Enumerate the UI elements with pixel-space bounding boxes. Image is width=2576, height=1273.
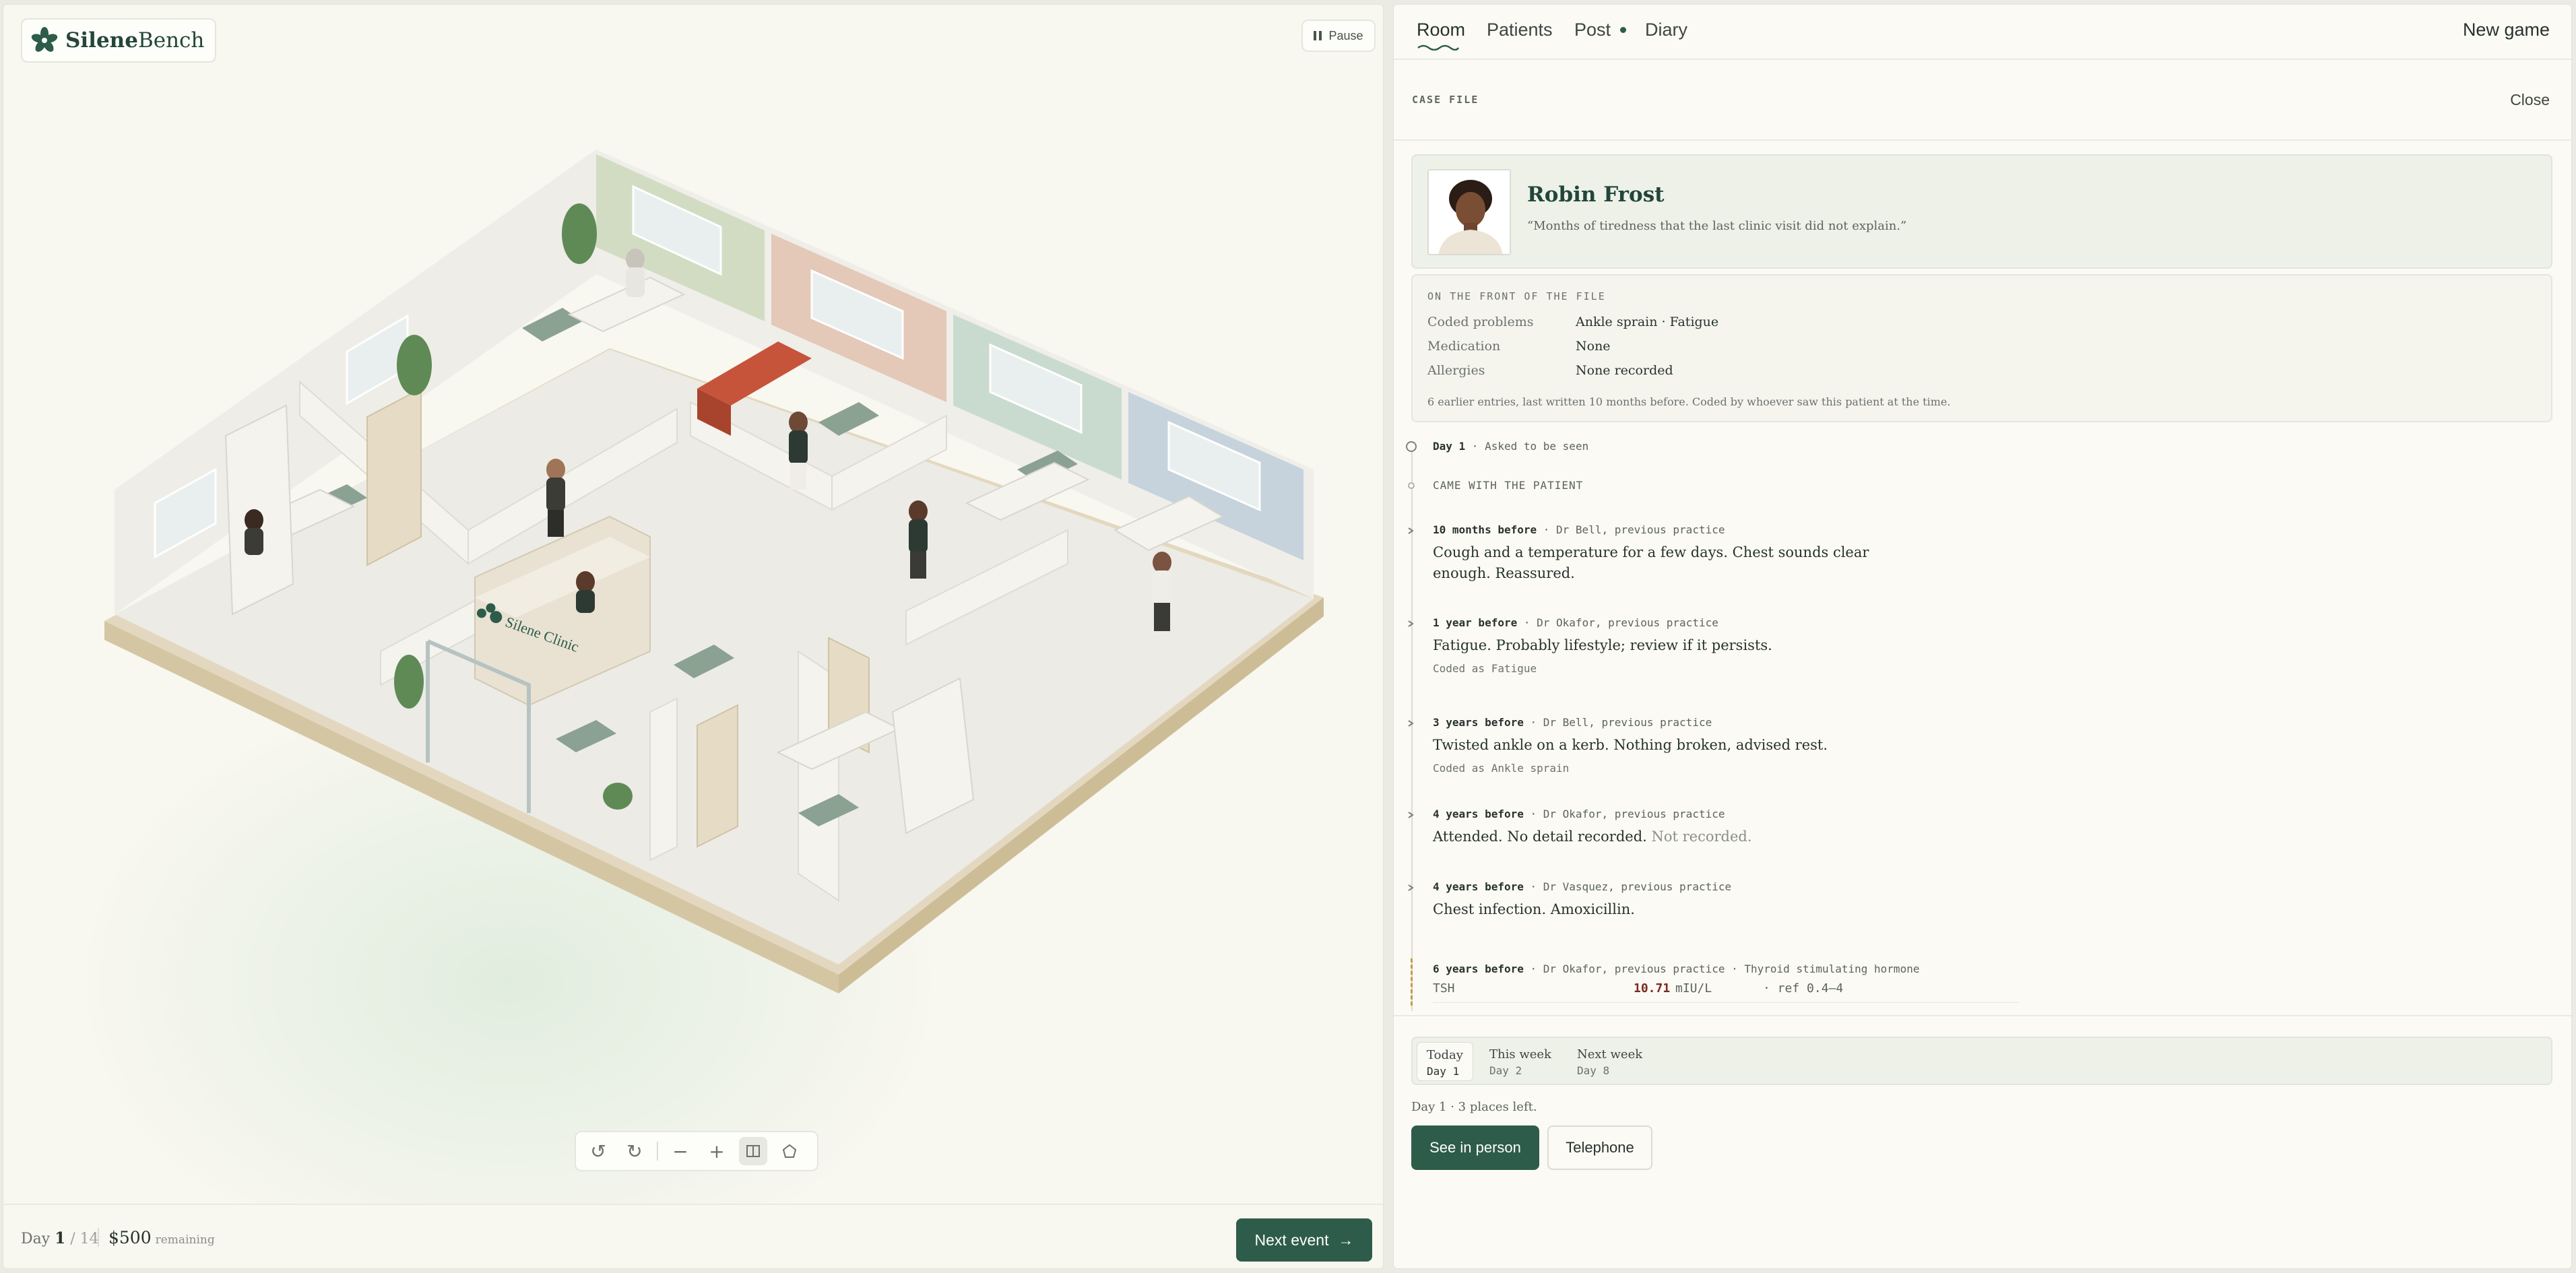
- timeline-node-icon: [1408, 482, 1415, 489]
- app-logo: SileneBench: [21, 18, 217, 63]
- budget-suffix: remaining: [155, 1233, 215, 1247]
- abnormal-marker: [1411, 958, 1413, 1006]
- current-day: 1: [55, 1229, 66, 1247]
- clinic-isometric-scene[interactable]: Silene Clinic: [3, 5, 1384, 1204]
- clinic-view-pane: Silene Clinic SileneBench Pause ↺ ↻ − + …: [3, 4, 1384, 1269]
- coded-tag: Coded as Fatigue: [1433, 662, 1537, 675]
- timeline-bottom-border: [1394, 1015, 2571, 1016]
- arrow-right-icon: →: [1338, 1231, 1354, 1249]
- patient-card: Robin Frost “Months of tiredness that th…: [1411, 154, 2552, 269]
- lab-value: 10.71: [1634, 981, 1671, 995]
- appointment-scheduler: Today Day 1 This week Day 2 Next week Day 8: [1411, 1037, 2552, 1085]
- next-event-button[interactable]: Next event →: [1236, 1218, 1372, 1262]
- patient-quote: “Months of tiredness that the last clini…: [1527, 219, 1907, 233]
- toolbar-divider: [657, 1142, 658, 1161]
- tab-post[interactable]: Post: [1574, 20, 1626, 40]
- budget-amount: $500: [108, 1228, 152, 1247]
- flower-logo-icon: [31, 27, 58, 52]
- lab-result-row: TSH 10.71 mIU/L · ref 0.4–4: [1433, 981, 2019, 1003]
- chevron-right-icon: [1408, 884, 1414, 891]
- close-button[interactable]: Close: [2510, 91, 2550, 109]
- telephone-button[interactable]: Telephone: [1547, 1125, 1652, 1170]
- case-file-pane: Room Patients Post Diary New game CASE F…: [1393, 4, 2572, 1269]
- footer-divider: [98, 1228, 99, 1247]
- active-tab-underline: [1417, 44, 1460, 51]
- chevron-right-icon: [1408, 812, 1414, 818]
- timeline-node-icon: [1406, 441, 1417, 452]
- chevron-right-icon: [1408, 620, 1414, 627]
- coded-tag: Coded as Ankle sprain: [1433, 762, 1570, 775]
- tab-room[interactable]: Room: [1417, 20, 1465, 51]
- see-in-person-button[interactable]: See in person: [1411, 1125, 1539, 1170]
- patient-portrait: [1427, 169, 1511, 255]
- status-footer: Day 1 / 14 $500 remaining Next event →: [3, 1204, 1383, 1268]
- walls-toggle-icon[interactable]: [739, 1137, 767, 1165]
- chevron-right-icon: [1408, 527, 1414, 534]
- file-front-summary: ON THE FRONT OF THE FILE Coded problems A…: [1411, 274, 2552, 422]
- top-nav: Room Patients Post Diary New game: [1394, 5, 2571, 60]
- budget-display: $500 remaining: [108, 1228, 215, 1247]
- home-view-icon[interactable]: [775, 1137, 804, 1165]
- next-event-label: Next event: [1254, 1231, 1329, 1249]
- zoom-out-icon[interactable]: −: [666, 1137, 695, 1165]
- pause-button[interactable]: Pause: [1301, 20, 1376, 52]
- schedule-option-this-week[interactable]: This week Day 2: [1480, 1042, 1561, 1081]
- history-timeline[interactable]: Day 1 · Asked to be seen CAME WITH THE P…: [1394, 436, 2571, 1016]
- pause-icon: [1314, 31, 1322, 40]
- lab-unit: mIU/L: [1675, 981, 1712, 995]
- file-front-note: 6 earlier entries, last written 10 month…: [1427, 395, 1951, 408]
- schedule-option-today[interactable]: Today Day 1: [1417, 1042, 1473, 1081]
- tab-patients[interactable]: Patients: [1487, 20, 1553, 40]
- case-file-label: CASE FILE: [1412, 94, 1479, 106]
- places-left-text: Day 1 · 3 places left.: [1411, 1100, 1537, 1114]
- chevron-right-icon: [1408, 720, 1414, 727]
- rotate-left-icon[interactable]: ↺: [584, 1137, 612, 1165]
- unread-dot-icon: [1619, 27, 1626, 33]
- tab-diary[interactable]: Diary: [1645, 20, 1687, 40]
- total-days: / 14: [70, 1231, 99, 1247]
- schedule-option-next-week[interactable]: Next week Day 8: [1568, 1042, 1652, 1081]
- day-indicator: Day 1 / 14: [21, 1229, 99, 1247]
- app-name: SileneBench: [65, 28, 205, 53]
- case-file-header: CASE FILE Close: [1394, 61, 2571, 141]
- pause-label: Pause: [1328, 28, 1363, 42]
- file-front-title: ON THE FRONT OF THE FILE: [1427, 290, 1606, 302]
- new-game-button[interactable]: New game: [2463, 20, 2550, 40]
- lab-ref: · ref 0.4–4: [1763, 981, 1844, 995]
- view-toolbar: ↺ ↻ − +: [575, 1131, 818, 1171]
- zoom-in-icon[interactable]: +: [703, 1137, 731, 1165]
- lab-name: TSH: [1433, 981, 1455, 995]
- rotate-right-icon[interactable]: ↻: [620, 1137, 649, 1165]
- patient-name: Robin Frost: [1527, 183, 1665, 207]
